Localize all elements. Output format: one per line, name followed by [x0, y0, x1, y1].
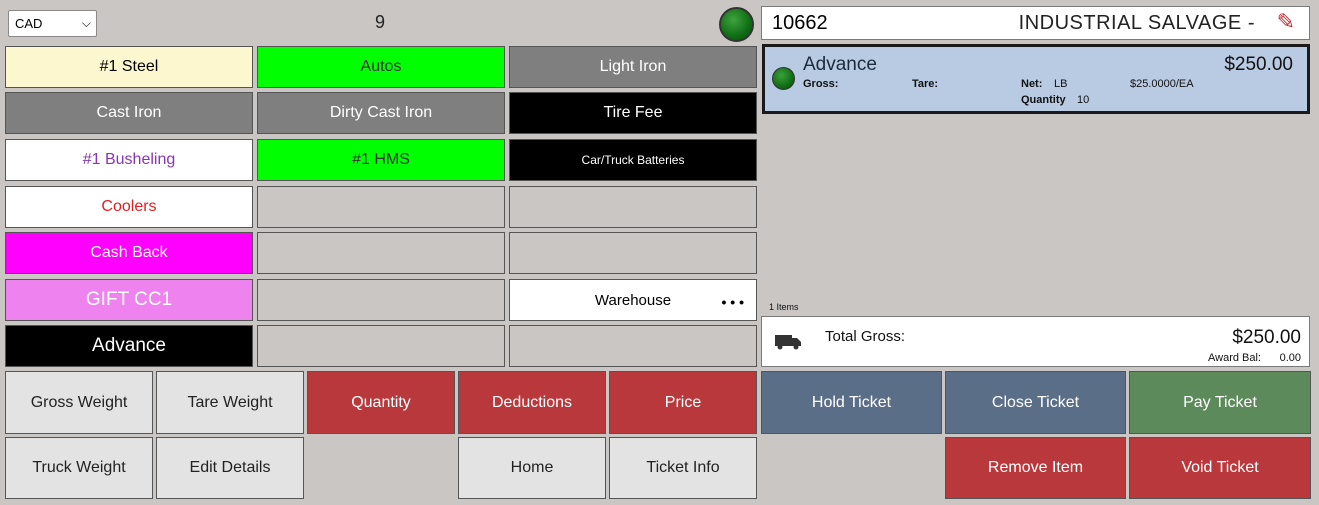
- product-label: Light Iron: [599, 58, 667, 75]
- product-button-empty-20[interactable]: [509, 325, 757, 367]
- product-button-advance[interactable]: Advance: [5, 325, 253, 367]
- price-button[interactable]: Price: [609, 371, 757, 434]
- total-gross-label: Total Gross:: [825, 328, 906, 345]
- product-label: Autos: [360, 58, 402, 75]
- items-count: 1 Items: [769, 302, 799, 312]
- tare-weight-button[interactable]: Tare Weight: [156, 371, 304, 434]
- pay-ticket-button[interactable]: Pay Ticket: [1129, 371, 1311, 434]
- product-button-cash-back[interactable]: Cash Back: [5, 232, 253, 274]
- product-label: Coolers: [101, 198, 157, 215]
- award-balance-label: Award Bal:: [1208, 352, 1261, 364]
- product-button-1-hms[interactable]: #1 HMS: [257, 139, 505, 181]
- product-label: Car/Truck Batteries: [581, 153, 685, 167]
- product-label: Dirty Cast Iron: [329, 104, 433, 121]
- chevron-down-icon: ⌵: [81, 16, 91, 30]
- ticket-info-button[interactable]: Ticket Info: [609, 437, 757, 499]
- product-button-empty-10[interactable]: [257, 186, 505, 228]
- edit-details-button[interactable]: Edit Details: [156, 437, 304, 499]
- product-button-warehouse[interactable]: Warehouse • • •: [509, 279, 757, 321]
- gross-weight-button[interactable]: Gross Weight: [5, 371, 153, 434]
- net-label: Net:: [1021, 78, 1043, 90]
- gross-label: Gross:: [803, 78, 839, 90]
- product-button-1-steel[interactable]: #1 Steel: [5, 46, 253, 88]
- status-light-icon: [719, 7, 754, 42]
- net-unit: LB: [1054, 78, 1068, 90]
- product-button-empty-11[interactable]: [509, 186, 757, 228]
- product-button-car-truck-batteries[interactable]: Car/Truck Batteries: [509, 139, 757, 181]
- ticket-line-item[interactable]: Advance $250.00 Gross: Tare: Net: LB $25…: [762, 44, 1310, 114]
- status-dot-icon: [772, 67, 795, 90]
- product-button-light-iron[interactable]: Light Iron: [509, 46, 757, 88]
- product-label: Advance: [92, 335, 166, 356]
- product-button-cast-iron[interactable]: Cast Iron: [5, 92, 253, 134]
- pencil-icon[interactable]: ✎: [1277, 9, 1295, 35]
- product-button-gift-cc1[interactable]: GIFT CC1: [5, 279, 253, 321]
- customer-id: 10662: [772, 12, 828, 34]
- line-item-name: Advance: [803, 54, 877, 75]
- line-item-amount: $250.00: [1224, 54, 1293, 75]
- product-label: Cash Back: [90, 244, 168, 261]
- product-button-empty-14[interactable]: [509, 232, 757, 274]
- quantity-button[interactable]: Quantity: [307, 371, 455, 434]
- truck-weight-button[interactable]: Truck Weight: [5, 437, 153, 499]
- currency-select[interactable]: CAD ⌵: [8, 10, 97, 37]
- remove-item-button[interactable]: Remove Item: [945, 437, 1126, 499]
- product-label: #1 Busheling: [82, 151, 176, 168]
- tare-label: Tare:: [912, 78, 939, 90]
- product-label: #1 HMS: [352, 151, 410, 168]
- product-label: GIFT CC1: [85, 289, 173, 310]
- product-button-empty-16[interactable]: [257, 279, 505, 321]
- product-button-coolers[interactable]: Coolers: [5, 186, 253, 228]
- customer-header[interactable]: 10662 INDUSTRIAL SALVAGE - ✎: [761, 6, 1310, 40]
- currency-value: CAD: [15, 16, 43, 31]
- item-count: 9: [374, 12, 385, 32]
- more-options-icon[interactable]: • • •: [722, 294, 744, 310]
- close-ticket-button[interactable]: Close Ticket: [945, 371, 1126, 434]
- product-button-dirty-cast-iron[interactable]: Dirty Cast Iron: [257, 92, 505, 134]
- quantity-label: Quantity: [1021, 94, 1066, 106]
- product-label: Tire Fee: [603, 104, 663, 121]
- product-button-1-busheling[interactable]: #1 Busheling: [5, 139, 253, 181]
- home-button[interactable]: Home: [458, 437, 606, 499]
- product-button-autos[interactable]: Autos: [257, 46, 505, 88]
- product-button-empty-13[interactable]: [257, 232, 505, 274]
- product-button-tire-fee[interactable]: Tire Fee: [509, 92, 757, 134]
- void-ticket-button[interactable]: Void Ticket: [1129, 437, 1311, 499]
- product-label: #1 Steel: [99, 58, 159, 75]
- product-label: Warehouse: [594, 291, 672, 309]
- customer-name: INDUSTRIAL SALVAGE -: [1018, 12, 1255, 34]
- product-label: Cast Iron: [96, 104, 162, 121]
- total-gross-value: $250.00: [1232, 327, 1301, 348]
- truck-icon: [775, 335, 801, 350]
- product-button-empty-19[interactable]: [257, 325, 505, 367]
- award-balance-value: 0.00: [1279, 352, 1301, 364]
- quantity-value: 10: [1077, 94, 1090, 106]
- totals-panel: Total Gross: $250.00 Award Bal: 0.00: [761, 316, 1310, 367]
- deductions-button[interactable]: Deductions: [458, 371, 606, 434]
- hold-ticket-button[interactable]: Hold Ticket: [761, 371, 942, 434]
- unit-price: $25.0000/EA: [1130, 78, 1194, 90]
